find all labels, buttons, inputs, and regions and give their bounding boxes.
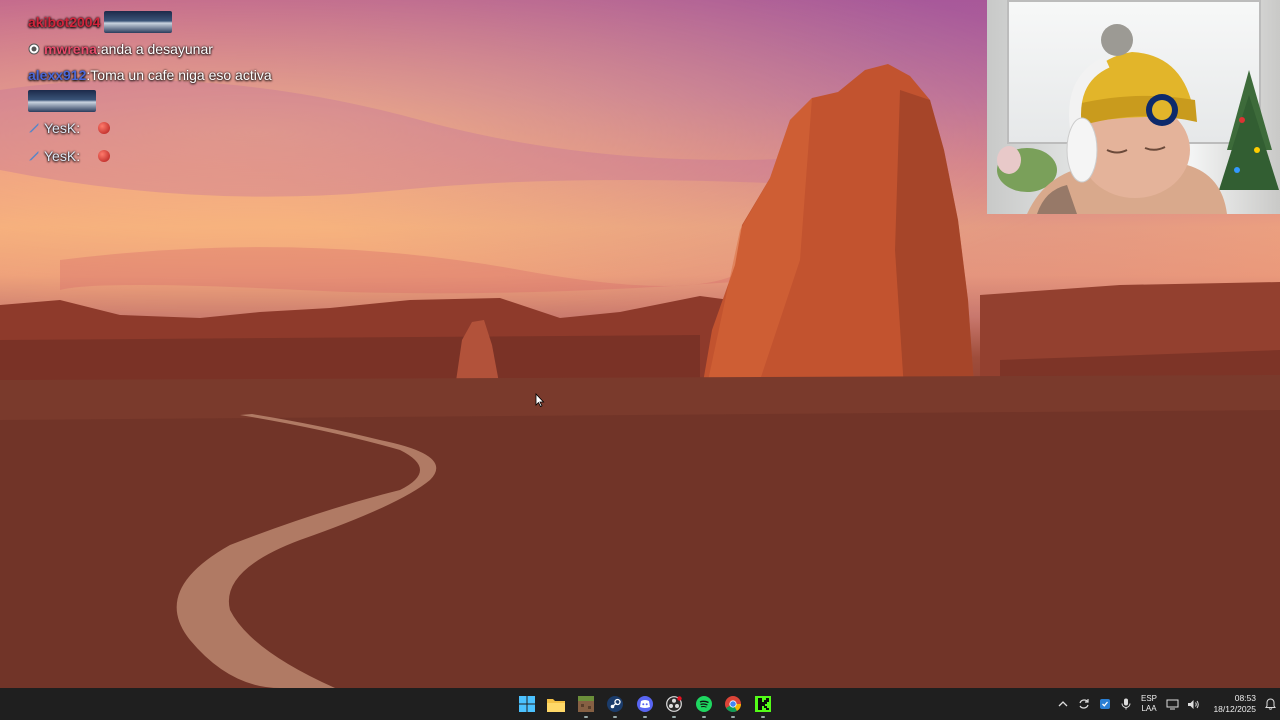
volume-icon[interactable] <box>1183 688 1204 720</box>
taskbar: ESP LAA 08:53 18/12/2025 <box>0 688 1280 720</box>
chevron-up-icon[interactable] <box>1052 688 1073 720</box>
keyboard-layout: LAA <box>1141 704 1157 713</box>
start-icon[interactable] <box>512 688 542 720</box>
chat-emote-row <box>28 88 348 114</box>
chat-username: akibot2004 <box>28 14 101 30</box>
webcam-feed <box>987 0 1280 214</box>
chat-message: alexx912 : Toma un cafe niga eso activa <box>28 62 348 88</box>
chat-separator: : <box>76 120 81 136</box>
sync-icon[interactable] <box>1073 688 1094 720</box>
chat-message: mwrena : anda a desayunar <box>28 36 348 62</box>
file-explorer-icon[interactable] <box>542 688 572 720</box>
clock-time: 08:53 <box>1234 693 1256 703</box>
clock[interactable]: 08:53 18/12/2025 <box>1204 693 1256 715</box>
chat-emote <box>104 11 173 33</box>
chat-message: YesK : <box>28 114 348 142</box>
obs-icon[interactable] <box>660 688 690 720</box>
sword-badge-icon <box>29 151 39 161</box>
chat-username: alexx912 <box>28 67 87 83</box>
spotify-icon[interactable] <box>689 688 719 720</box>
chat-emote <box>98 122 111 134</box>
clock-date: 18/12/2025 <box>1213 704 1256 714</box>
network-icon[interactable] <box>1162 688 1183 720</box>
minecraft-icon[interactable] <box>571 688 601 720</box>
language-code: ESP <box>1140 694 1157 703</box>
chat-text: anda a desayunar <box>100 41 213 57</box>
chat-separator: : <box>76 148 81 164</box>
sword-badge-icon <box>29 123 39 133</box>
system-tray: ESP LAA 08:53 18/12/2025 <box>1052 688 1280 720</box>
discord-icon[interactable] <box>630 688 660 720</box>
kick-icon[interactable] <box>748 688 778 720</box>
notification-bell-icon[interactable] <box>1260 688 1280 720</box>
chat-username: YesK <box>44 148 77 164</box>
steam-icon[interactable] <box>601 688 631 720</box>
chat-emote <box>28 90 96 112</box>
mouse-cursor-icon <box>535 393 545 407</box>
security-icon[interactable] <box>1094 688 1115 720</box>
chat-emote <box>98 150 111 162</box>
input-language-indicator[interactable]: ESP LAA <box>1136 694 1162 714</box>
chat-username: mwrena <box>44 41 97 57</box>
chat-badge-icon <box>28 43 40 55</box>
chat-username: YesK <box>44 120 77 136</box>
taskbar-apps <box>512 688 778 720</box>
chat-message: akibot2004 <box>28 8 348 36</box>
chat-message: YesK : <box>28 142 348 170</box>
chat-text: Toma un cafe niga eso activa <box>90 67 272 83</box>
microphone-icon[interactable] <box>1115 688 1136 720</box>
chrome-icon[interactable] <box>719 688 749 720</box>
stream-chat: akibot2004 mwrena : anda a desayunar ale… <box>28 8 348 170</box>
